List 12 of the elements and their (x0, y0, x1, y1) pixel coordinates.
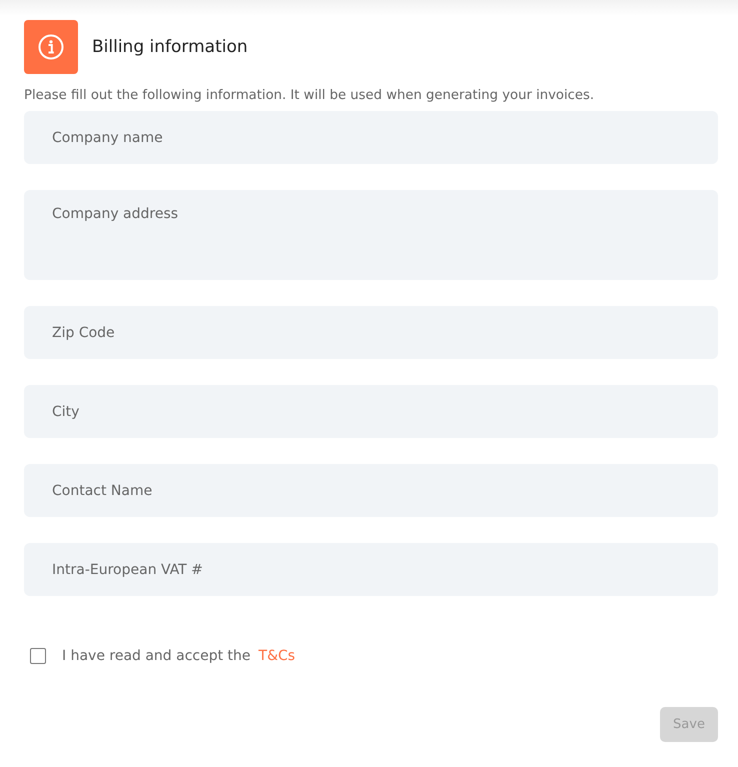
info-icon (24, 20, 78, 74)
input-field[interactable]: City (24, 385, 718, 438)
input-field[interactable]: Company name (24, 111, 718, 164)
input-field[interactable]: Contact Name (24, 464, 718, 517)
input-field[interactable]: Zip Code (24, 306, 718, 359)
textarea-field[interactable]: Company address (24, 190, 718, 280)
section-title: Billing information (92, 37, 248, 57)
terms-link[interactable]: T&Cs (258, 648, 296, 664)
input-field[interactable]: Intra-European VAT # (24, 543, 718, 596)
description-text: Please fill out the following information. It will be used when generating your invoices. (24, 88, 596, 103)
checkbox[interactable] (30, 648, 46, 664)
terms-label: I have read and accept the (62, 648, 251, 664)
